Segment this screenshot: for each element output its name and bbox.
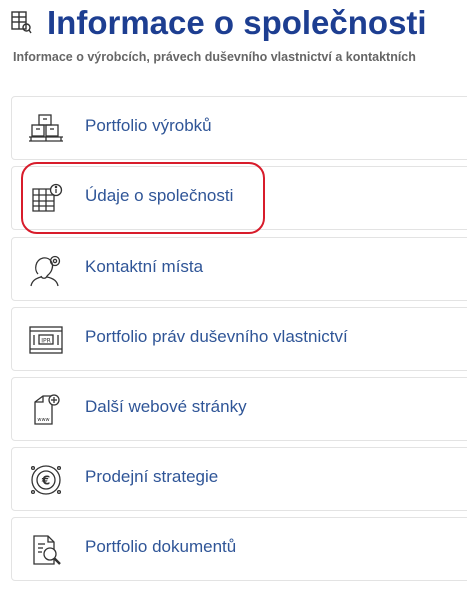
menu-item-company-data[interactable]: Údaje o společnosti <box>11 166 467 230</box>
menu-item-label[interactable]: Portfolio výrobků <box>85 97 212 155</box>
menu-item-label[interactable]: Portfolio dokumentů <box>85 518 236 576</box>
menu-item-contact-points[interactable]: Kontaktní místa <box>11 237 467 301</box>
menu-item-label[interactable]: Portfolio práv duševního vlastnictví <box>85 308 348 366</box>
building-info-icon <box>28 181 64 217</box>
ipr-certificate-icon: IPR <box>28 322 64 358</box>
menu-item-product-portfolio[interactable]: Portfolio výrobků <box>11 96 467 160</box>
svg-text:www: www <box>37 417 49 423</box>
person-location-icon <box>28 252 64 288</box>
web-page-add-icon: www <box>28 392 64 428</box>
document-search-icon <box>28 532 64 568</box>
menu-item-label[interactable]: Další webové stránky <box>85 378 247 436</box>
euro-target-icon: € <box>28 462 64 498</box>
svg-text:€: € <box>41 474 50 488</box>
menu-item-sales-strategy[interactable]: € Prodejní strategie <box>11 447 467 511</box>
svg-text:IPR: IPR <box>41 338 51 345</box>
menu-item-label[interactable]: Kontaktní místa <box>85 238 203 296</box>
page-title: Informace o společnosti <box>47 4 427 41</box>
menu-item-ipr-portfolio[interactable]: IPR Portfolio práv duševního vlastnictví <box>11 307 467 371</box>
page-subtitle: Informace o výrobcích, právech duševního… <box>13 50 416 64</box>
company-register-icon <box>10 9 32 35</box>
menu-item-document-portfolio[interactable]: Portfolio dokumentů <box>11 517 467 581</box>
menu-item-label[interactable]: Prodejní strategie <box>85 448 218 506</box>
pallet-boxes-icon <box>28 111 64 147</box>
menu-item-label[interactable]: Údaje o společnosti <box>85 167 233 225</box>
menu-item-other-websites[interactable]: www Další webové stránky <box>11 377 467 441</box>
page: Informace o společnosti Informace o výro… <box>0 0 467 593</box>
